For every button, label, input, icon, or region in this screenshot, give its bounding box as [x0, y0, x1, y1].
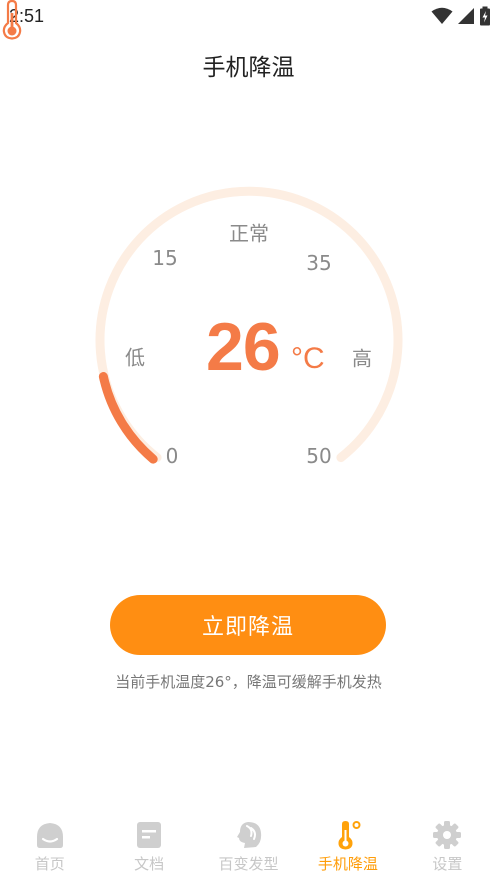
tab-label: 首页 [34, 855, 65, 873]
gear-icon [433, 821, 462, 849]
gauge-normal-label: 正常 [229, 221, 269, 246]
gauge-low-label: 低 [125, 345, 145, 370]
tab-label: 手机降温 [317, 855, 378, 873]
tab-phone-cooling[interactable]: 手机降温 [298, 808, 397, 885]
thermometer-icon [2, 0, 22, 40]
tab-hairstyle[interactable]: 百变发型 [199, 808, 298, 885]
hairstyle-icon [236, 822, 261, 848]
tab-label: 设置 [432, 855, 463, 873]
temperature-value: 26 [206, 309, 281, 385]
bottom-tab-bar: 首页 文档 百变发型 手机降温 设置 [0, 808, 497, 885]
tab-home[interactable]: 首页 [0, 808, 99, 885]
tab-label: 百变发型 [218, 855, 279, 873]
thermometer-icon [338, 821, 361, 850]
temperature-gauge: 正常 15 35 低 高 0 50 26 °C [0, 0, 497, 560]
gauge-tick-35: 35 [306, 251, 332, 275]
gauge-tick-50: 50 [306, 444, 332, 468]
gauge-high-label: 高 [352, 346, 372, 371]
tab-settings[interactable]: 设置 [398, 808, 497, 885]
tab-documents[interactable]: 文档 [99, 808, 198, 885]
home-icon [36, 823, 63, 848]
gauge-tick-15: 15 [152, 246, 178, 270]
cool-down-button[interactable]: 立即降温 [110, 595, 386, 655]
temperature-hint: 当前手机温度26°，降温可缓解手机发热 [115, 673, 382, 691]
document-icon [137, 822, 162, 848]
tab-label: 文档 [134, 855, 165, 873]
gauge-dial [95, 186, 403, 464]
gauge-tick-0: 0 [165, 444, 179, 468]
gauge-level-arc [98, 371, 158, 464]
temperature-unit: °C [291, 342, 325, 375]
